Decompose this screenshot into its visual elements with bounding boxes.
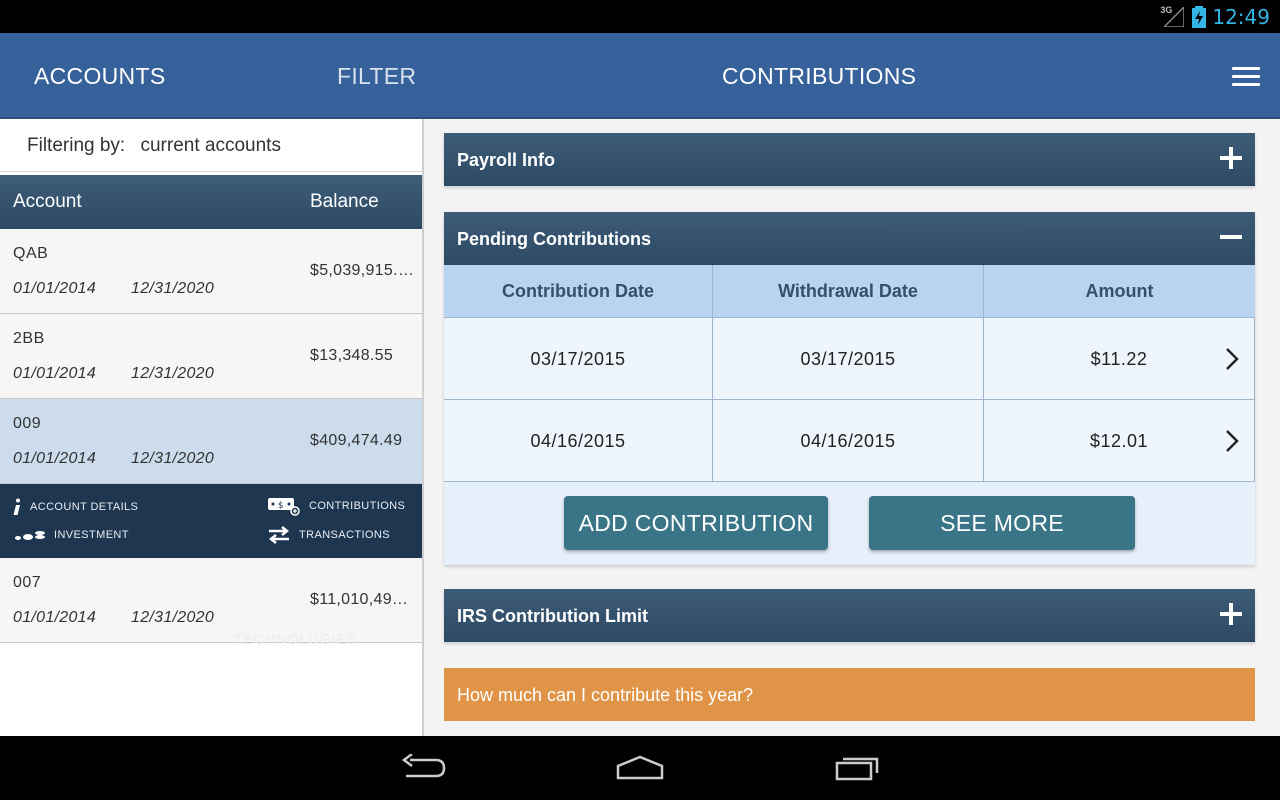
recent-apps-icon[interactable] xyxy=(834,754,882,784)
irs-contribution-limit-title: IRS Contribution Limit xyxy=(457,606,648,626)
account-name: 2BB xyxy=(13,330,45,347)
column-account: Account xyxy=(13,191,82,212)
home-icon[interactable] xyxy=(614,754,666,784)
account-start-date: 01/01/2014 xyxy=(13,609,97,626)
payroll-info-header[interactable]: Payroll Info xyxy=(444,133,1255,186)
battery-icon xyxy=(1192,5,1207,28)
svg-text:$: $ xyxy=(278,501,284,511)
coins-icon xyxy=(14,528,46,542)
column-withdrawal-date: Withdrawal Date xyxy=(713,265,984,318)
contributions-label: CONTRIBUTIONS xyxy=(309,500,406,512)
investment-button[interactable]: INVESTMENT xyxy=(14,528,129,542)
payroll-info-title: Payroll Info xyxy=(457,150,556,170)
table-row[interactable]: 04/16/2015 04/16/2015 $12.01 xyxy=(444,400,1255,482)
account-row[interactable]: 2BB 01/01/2014 12/31/2020 $13,348.55 xyxy=(0,314,422,399)
see-more-button[interactable]: SEE MORE xyxy=(869,496,1135,550)
status-bar: 3G 12:49 xyxy=(0,0,1280,33)
contributions-pane: Payroll Info Pending Contributions Contr… xyxy=(424,119,1280,736)
account-balance: $5,039,915.88 xyxy=(310,262,415,279)
contributions-button[interactable]: $ CONTRIBUTIONS xyxy=(267,496,405,516)
account-start-date: 01/01/2014 xyxy=(13,280,97,297)
account-balance: $13,348.55 xyxy=(310,347,394,364)
amount-cell: $12.01 xyxy=(984,400,1255,482)
pending-contributions-header[interactable]: Pending Contributions xyxy=(444,212,1255,265)
signal-icon: 3G xyxy=(1160,5,1186,29)
pending-contributions-title: Pending Contributions xyxy=(457,229,651,249)
chevron-right-icon[interactable] xyxy=(1225,429,1239,453)
filter-row: Filtering by: current accounts xyxy=(0,119,422,172)
plus-icon[interactable] xyxy=(1220,147,1242,169)
account-row[interactable]: QAB 01/01/2014 12/31/2020 $5,039,915.88 xyxy=(0,229,422,314)
accounts-table-header: Account Balance xyxy=(0,175,422,229)
column-amount: Amount xyxy=(1085,281,1154,301)
amount-cell: $11.22 xyxy=(984,318,1255,400)
minus-icon[interactable] xyxy=(1220,226,1242,248)
withdrawal-date-cell: 03/17/2015 xyxy=(713,318,984,400)
pending-contributions-body: Contribution Date Withdrawal Date Amount… xyxy=(444,265,1255,565)
account-row-selected[interactable]: 009 01/01/2014 12/31/2020 $409,474.49 xyxy=(0,399,422,484)
account-name: QAB xyxy=(13,245,49,262)
hamburger-menu-icon[interactable] xyxy=(1232,67,1260,87)
account-details-label: ACCOUNT DETAILS xyxy=(30,501,139,513)
investment-label: INVESTMENT xyxy=(54,529,129,541)
contribution-help-link[interactable]: How much can I contribute this year? xyxy=(444,668,1255,721)
account-actions-bar: ACCOUNT DETAILS $ CONTRIBUTIONS INVESTME… xyxy=(0,484,422,558)
account-balance: $409,474.49 xyxy=(310,432,403,449)
account-end-date: 12/31/2020 xyxy=(131,280,215,297)
tab-filter[interactable]: FILTER xyxy=(337,33,416,119)
withdrawal-date-cell: 04/16/2015 xyxy=(713,400,984,482)
column-contribution-date: Contribution Date xyxy=(444,265,713,318)
irs-contribution-limit-header[interactable]: IRS Contribution Limit xyxy=(444,589,1255,642)
transactions-label: TRANSACTIONS xyxy=(299,529,390,541)
accounts-pane: Filtering by: current accounts Account B… xyxy=(0,119,422,736)
watermark-text: TECHNOLOGIES xyxy=(234,631,358,647)
contribution-help-text: How much can I contribute this year? xyxy=(457,685,754,705)
account-end-date: 12/31/2020 xyxy=(131,365,215,382)
account-name: 009 xyxy=(13,415,42,432)
tab-accounts[interactable]: ACCOUNTS xyxy=(34,33,165,119)
transactions-button[interactable]: TRANSACTIONS xyxy=(267,526,390,544)
chevron-right-icon[interactable] xyxy=(1225,347,1239,371)
contribution-date-cell: 04/16/2015 xyxy=(444,400,713,482)
account-details-button[interactable]: ACCOUNT DETAILS xyxy=(12,498,138,516)
column-balance: Balance xyxy=(310,191,379,212)
app-bar: ACCOUNTS FILTER CONTRIBUTIONS xyxy=(0,33,1280,119)
plus-icon[interactable] xyxy=(1220,603,1242,625)
contribution-date-cell: 03/17/2015 xyxy=(444,318,713,400)
clock: 12:49 xyxy=(1212,4,1270,29)
tab-contributions[interactable]: CONTRIBUTIONS xyxy=(722,33,916,119)
info-icon xyxy=(12,498,22,516)
filter-value: current accounts xyxy=(140,135,281,156)
table-header-row: Contribution Date Withdrawal Date Amount xyxy=(444,265,1255,318)
account-start-date: 01/01/2014 xyxy=(13,365,97,382)
navigation-bar xyxy=(0,736,1280,800)
account-end-date: 12/31/2020 xyxy=(131,609,215,626)
filter-label: Filtering by: xyxy=(27,135,126,156)
account-name: 007 xyxy=(13,574,42,591)
swap-arrows-icon xyxy=(267,526,291,544)
account-end-date: 12/31/2020 xyxy=(131,450,215,467)
account-start-date: 01/01/2014 xyxy=(13,450,97,467)
account-row[interactable]: 007 01/01/2014 12/31/2020 $11,010,490.00 xyxy=(0,558,422,643)
back-icon[interactable] xyxy=(400,754,448,784)
pending-contributions-table: Contribution Date Withdrawal Date Amount… xyxy=(444,265,1255,482)
app-screen: 3G 12:49 ACCOUNTS FILTER CONTRIBUTIONS F… xyxy=(0,0,1280,800)
add-contribution-button[interactable]: ADD CONTRIBUTION xyxy=(564,496,828,550)
money-plus-icon: $ xyxy=(267,496,301,516)
table-row[interactable]: 03/17/2015 03/17/2015 $11.22 xyxy=(444,318,1255,400)
account-balance: $11,010,490.00 xyxy=(310,591,415,608)
